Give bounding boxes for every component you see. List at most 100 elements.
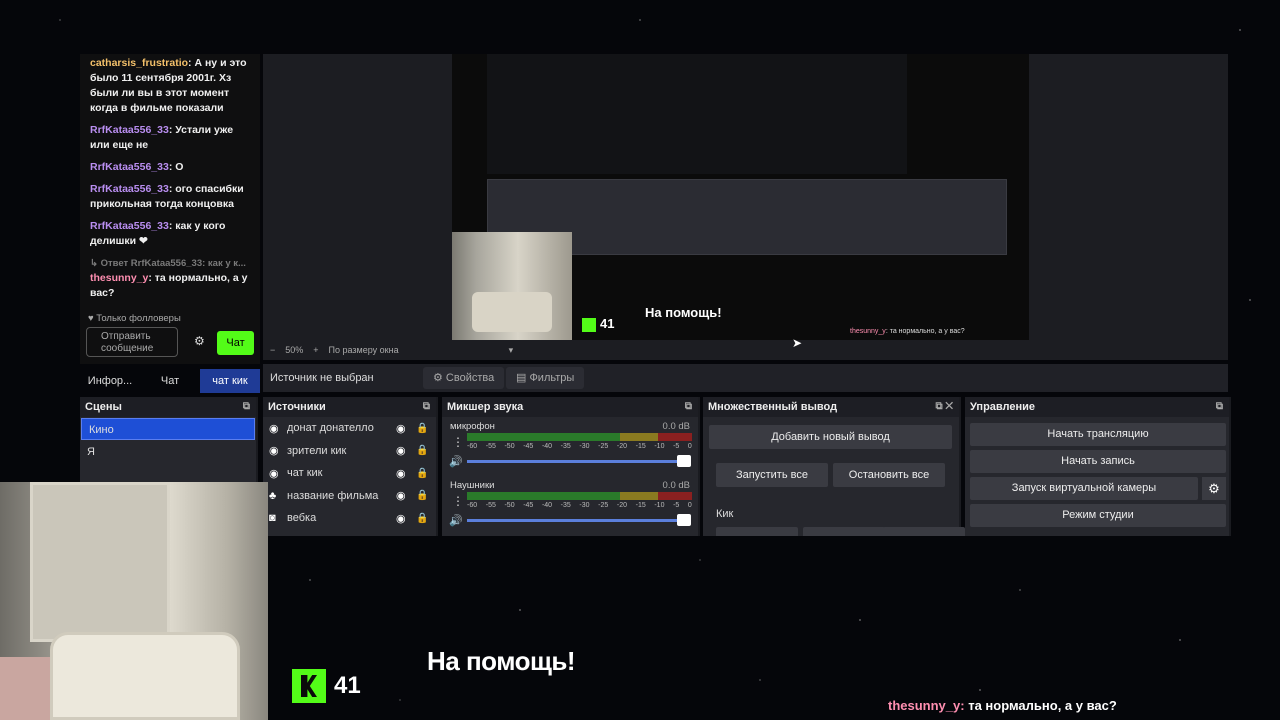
output-button[interactable] [883,527,965,536]
source-item[interactable]: ◙ вебка ◉ 🔒 [263,507,436,530]
source-item[interactable]: ◉ чат кик ◉ 🔒 [263,462,436,485]
webcam-preview-small [452,232,572,340]
start-recording-button[interactable]: Начать запись [970,450,1226,473]
stream-preview[interactable]: 41 На помощь! thesunny_y: та нормально, … [452,54,1029,340]
eye-icon[interactable]: ◉ [396,467,416,480]
chat-tabs: Инфор... Чат чат кик [80,369,260,393]
output-button[interactable] [716,527,798,536]
webcam-feed [0,482,268,720]
chat-username[interactable]: catharsis_frustratio [90,57,188,69]
volume-slider[interactable] [467,519,689,522]
chat-username[interactable]: thesunny_y [90,272,148,284]
audio-mixer-dock: Микшер звука ⧉ микрофон 0.0 dB ⋮ -60 -55 -5… [442,397,700,536]
lock-icon[interactable]: 🔒 [416,513,436,524]
output-button[interactable] [803,527,885,536]
properties-button[interactable]: ⚙ Свойства [423,367,505,389]
reply-preview: ↳ Ответ RrfKataa556_33: как у к... [90,258,246,269]
dock-header: Множественный вывод ⧉ ✕ [703,397,959,417]
movie-title-small: На помощь! [645,305,722,320]
virtual-camera-settings-gear-icon[interactable]: ⚙ [1202,477,1226,500]
zoom-out-button[interactable]: − [270,345,275,356]
scene-item[interactable]: Я [80,441,256,463]
stop-all-button[interactable]: Остановить все [833,463,945,487]
undock-icon[interactable]: ⧉ [243,397,250,417]
dock-header: Сцены ⧉ [80,397,256,417]
followers-only-label: ♥ Только фолловеры [88,313,181,324]
add-output-button[interactable]: Добавить новый вывод [709,425,952,449]
channel-menu-icon[interactable]: ⋮ [452,494,464,508]
meter-scale: -60 -55 -50 -45 -40 -35 -30 -25 -20 -15 -10 -5 0 [467,443,692,450]
source-item[interactable]: ◉ зрители кик ◉ 🔒 [263,440,436,463]
lock-icon[interactable]: 🔒 [416,445,436,456]
chat-text: О [175,161,184,173]
chat-message: RrfKataa556_33: О [90,161,184,173]
source-type-icon: ◙ [269,512,276,525]
tab-info[interactable]: Инфор... [80,369,140,393]
fit-mode-chevron-icon[interactable]: ▾ [509,345,514,356]
zoom-in-button[interactable]: + [313,345,318,356]
undock-icon[interactable]: ⧉ [685,397,692,417]
chat-message-input[interactable]: Отправить сообщение [86,327,178,357]
kick-logo-icon [292,669,326,703]
chat-username[interactable]: RrfKataa556_33 [90,161,169,173]
sources-dock: Источники ⧉ ◉ донат донателло ◉ 🔒 ◉ зрители к… [263,397,438,536]
lock-icon[interactable]: 🔒 [416,468,436,479]
eye-icon[interactable]: ◉ [396,444,416,457]
kick-viewers-counter: 41 [292,669,361,703]
subtitle-small: thesunny_y: та нормально, а у вас? [850,328,965,335]
chat-send-button[interactable]: Чат [217,331,254,355]
source-type-icon: ◉ [269,445,279,458]
undock-icon[interactable]: ⧉ [423,397,430,417]
speaker-icon[interactable]: 🔊 [449,514,463,527]
volume-slider[interactable] [467,460,689,463]
chat-message: RrfKataa556_33: как у кого делишки ❤ [90,220,226,247]
studio-mode-button[interactable]: Режим студии [970,504,1226,527]
chat-username[interactable]: RrfKataa556_33 [90,124,169,136]
eye-icon[interactable]: ◉ [396,489,416,502]
chat-message: RrfKataa556_33: Устали уже или еще не [90,124,234,151]
channel-menu-icon[interactable]: ⋮ [452,435,464,449]
fit-mode-select[interactable]: По размеру окна [329,345,399,356]
chat-message: catharsis_frustratio: А ну и это было 11… [90,57,247,114]
tab-kick-chat[interactable]: чат кик [200,369,260,393]
controls-dock: Управление ⧉ Начать трансляцию Начать зап… [965,397,1231,536]
source-type-icon: ♣ [269,489,277,502]
volume-slider-handle[interactable] [677,514,691,526]
start-stream-button[interactable]: Начать трансляцию [970,423,1226,446]
eye-icon[interactable]: ◉ [396,512,416,525]
virtual-camera-button[interactable]: Запуск виртуальной камеры [970,477,1198,500]
filters-button[interactable]: ▤ Фильтры [506,367,585,389]
speaker-icon[interactable]: 🔊 [449,455,463,468]
multiple-output-dock: Множественный вывод ⧉ ✕ Добавить новый вы… [703,397,965,536]
start-all-button[interactable]: Запустить все [716,463,828,487]
volume-meter [467,492,692,500]
eye-icon[interactable]: ◉ [396,422,416,435]
mixer-channel: микрофон 0.0 dB ⋮ -60 -55 -50 -45 -40 -35 -30-… [449,421,692,468]
dock-header: Микшер звука ⧉ [442,397,698,417]
chat-username[interactable]: RrfKataa556_33 [90,183,169,195]
mixer-channel: Наушники 0.0 dB ⋮ -60 -55 -50 -45 -40 -35 -30-… [449,480,692,527]
mouse-cursor-icon: ➤ [792,336,803,350]
zoom-controls: − 50% + По размеру окна ▾ [270,345,513,356]
lock-icon[interactable]: 🔒 [416,423,436,434]
chat-message: RrfKataa556_33: ого спасибки прикольная … [90,183,244,210]
volume-meter [467,433,692,441]
chat-panel: catharsis_frustratio: А ну и это было 11… [80,54,260,364]
close-icon[interactable]: ⧉ ✕ [935,397,953,417]
nested-preview-top [487,54,907,174]
undock-icon[interactable]: ⧉ [1216,397,1223,417]
chat-overlay-message: thesunny_y: та нормально, а у вас? [888,698,1117,713]
lock-icon[interactable]: 🔒 [416,490,436,501]
tab-chat[interactable]: Чат [140,369,200,393]
chat-settings-gear-icon[interactable]: ⚙ [194,334,205,349]
scene-item[interactable]: Кино [81,418,255,440]
meter-scale: -60 -55 -50 -45 -40 -35 -30 -25 -20 -15 -10 -5 0 [467,502,692,509]
source-item[interactable]: ◉ донат донателло ◉ 🔒 [263,417,436,440]
door-image [30,482,170,642]
source-item[interactable]: ♣ название фильма ◉ 🔒 [263,485,436,508]
volume-slider-handle[interactable] [677,455,691,467]
dock-header: Источники ⧉ [263,397,436,417]
source-type-icon: ◉ [269,422,279,435]
no-source-label: Источник не выбран [270,372,374,384]
chat-username[interactable]: RrfKataa556_33 [90,220,169,232]
